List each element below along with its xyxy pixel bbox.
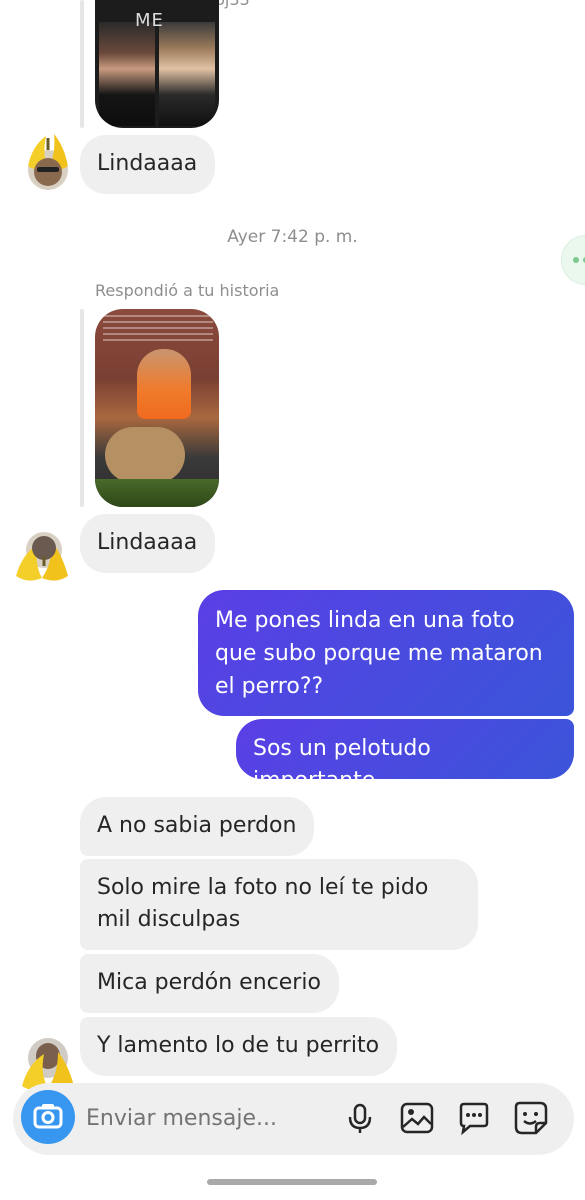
gallery-icon	[400, 1102, 434, 1134]
message-input[interactable]	[86, 1102, 336, 1134]
story-dog	[105, 427, 185, 483]
banana-avatar-icon	[16, 532, 68, 581]
story-plants	[95, 479, 219, 507]
chat-button[interactable]	[455, 1099, 493, 1137]
story-overlay-text: ME	[135, 10, 164, 31]
microphone-icon	[348, 1103, 372, 1133]
message-incoming[interactable]: Y lamento lo de tu perrito	[80, 1017, 398, 1076]
contact-avatar[interactable]	[12, 526, 72, 600]
story-thumbnail[interactable]: ME	[95, 0, 219, 128]
camera-icon	[33, 1104, 63, 1129]
gallery-button[interactable]	[398, 1099, 436, 1137]
message-outgoing[interactable]: Me pones linda en una foto que subo porq…	[198, 590, 574, 716]
story-photo-right	[159, 22, 215, 126]
banana-avatar-icon	[28, 134, 68, 190]
story-person	[137, 349, 191, 419]
reply-quote-line	[80, 0, 84, 128]
message-outgoing[interactable]: Sos un pelotudo importante	[236, 719, 574, 793]
sticker-button[interactable]	[512, 1099, 550, 1137]
story-thumbnail[interactable]	[95, 309, 219, 507]
story-caption-lines	[103, 315, 213, 343]
message-incoming[interactable]: Mica perdón encerio	[80, 954, 339, 1013]
microphone-button[interactable]	[341, 1099, 379, 1137]
camera-button[interactable]	[21, 1090, 75, 1144]
sticker-icon	[514, 1101, 548, 1135]
chat-bubble-icon	[459, 1102, 489, 1136]
dots-icon	[573, 257, 585, 263]
story-reply-caption: Respondió a tu historia	[95, 281, 280, 300]
reply-quote-line	[80, 309, 84, 507]
message-incoming[interactable]: A no sabia perdon	[80, 797, 315, 856]
message-incoming[interactable]: Lindaaaa	[80, 514, 216, 573]
timestamp: Ayer 7:42 p. m.	[227, 227, 358, 247]
message-incoming[interactable]: Solo mire la foto no leí te pido mil dis…	[80, 859, 478, 950]
message-incoming[interactable]: Lindaaaa	[80, 135, 216, 194]
story-photo-left	[99, 22, 155, 126]
home-indicator[interactable]	[207, 1179, 377, 1185]
contact-avatar[interactable]	[18, 126, 78, 200]
